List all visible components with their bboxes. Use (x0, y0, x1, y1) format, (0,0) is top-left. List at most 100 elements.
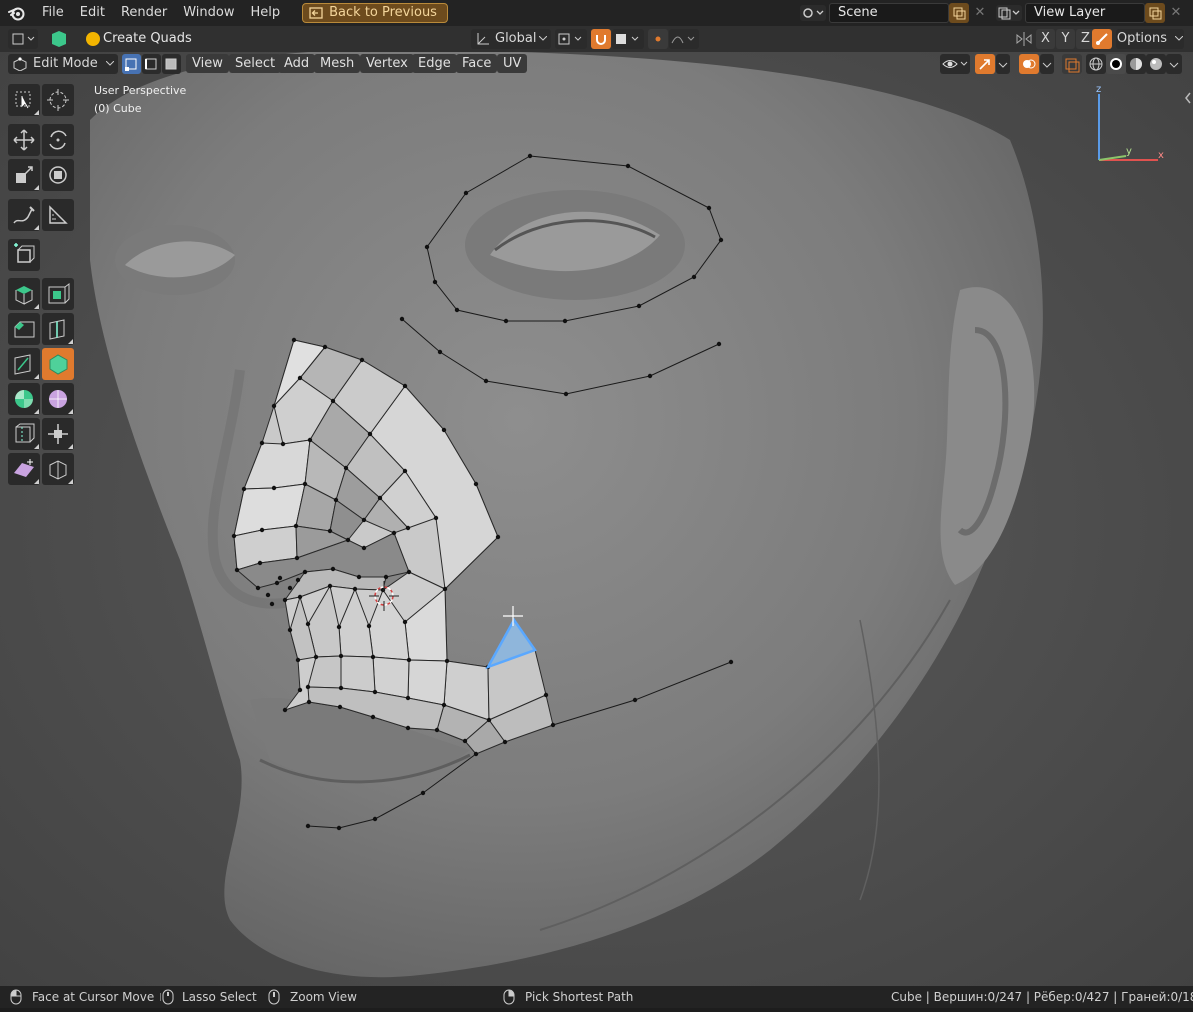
viewport-menu-uv[interactable]: UV (497, 54, 528, 73)
view-layer-field[interactable]: View Layer (1025, 3, 1145, 23)
viewport-menu-mesh[interactable]: Mesh (314, 54, 361, 73)
smooth-tool[interactable] (42, 383, 74, 415)
move-tool[interactable] (8, 124, 40, 156)
shear-tool[interactable] (8, 453, 40, 485)
shading-solid-icon[interactable] (1106, 54, 1126, 74)
shading-dropdown-icon[interactable] (1166, 54, 1182, 74)
scene-browse-icon[interactable] (800, 5, 826, 21)
status-left-action: Face at Cursor Move (32, 990, 155, 1004)
edge-select-mode-icon[interactable] (142, 54, 161, 74)
orientation-axes-icon (477, 33, 489, 45)
mirror-icon[interactable] (1015, 31, 1033, 47)
inset-tool[interactable] (42, 278, 74, 310)
blender-logo-icon[interactable] (0, 0, 34, 26)
poly-build-tool[interactable] (42, 348, 74, 380)
transform-icon (49, 166, 67, 184)
mirror-y-button[interactable]: Y (1056, 29, 1075, 49)
scene-close-icon[interactable]: ✕ (971, 3, 989, 23)
bevel-icon (14, 321, 35, 338)
rotate-tool[interactable] (42, 124, 74, 156)
loop-cut-tool[interactable] (42, 313, 74, 345)
select-box-tool[interactable] (8, 84, 40, 116)
back-button-label: Back to Previous (329, 5, 437, 20)
rip-tool[interactable] (42, 453, 74, 485)
spin-tool[interactable] (8, 383, 40, 415)
proportional-edit-icon[interactable] (648, 29, 668, 49)
transform-orientation-label: Global (495, 31, 537, 46)
cursor-icon (47, 89, 69, 111)
poly-build-icon (49, 354, 68, 375)
viewport-menu-face[interactable]: Face (456, 54, 498, 73)
tool-status-dot-icon (86, 32, 100, 46)
shading-rendered-icon[interactable] (1146, 54, 1166, 74)
pivot-point-icon[interactable] (555, 29, 587, 49)
back-to-previous-button[interactable]: Back to Previous (302, 3, 448, 23)
options-label: Options (1116, 31, 1168, 46)
shrink-fatten-tool[interactable] (42, 418, 74, 450)
transform-orientation-dropdown[interactable]: Global (471, 29, 551, 49)
scene-copy-icon[interactable] (949, 3, 969, 23)
transform-tool[interactable] (42, 159, 74, 191)
vertex-select-mode-icon[interactable] (122, 54, 141, 74)
object-name-label: (0) Cube (94, 102, 142, 115)
viewport-menu-select[interactable]: Select (229, 54, 282, 73)
scale-tool[interactable] (8, 159, 40, 191)
menu-edit[interactable]: Edit (72, 0, 113, 26)
gizmo-dropdown-icon[interactable] (996, 54, 1010, 74)
sidebar-toggle-icon[interactable] (1183, 90, 1193, 106)
auto-merge-icon[interactable] (1092, 29, 1112, 49)
overlays-toggle-icon[interactable] (1019, 54, 1039, 74)
add-cube-tool[interactable] (8, 239, 40, 271)
snap-target-icon[interactable] (612, 29, 644, 49)
gizmo-x-label: x (1158, 150, 1164, 161)
edit-mode-icon (13, 57, 27, 71)
status-middle-action: Lasso Select (182, 990, 257, 1004)
falloff-icon[interactable] (669, 29, 699, 49)
editor-type-icon[interactable] (8, 29, 38, 49)
middle-mouse-icon (159, 986, 176, 1008)
overlays-dropdown-icon[interactable] (1040, 54, 1054, 74)
xray-toggle-icon[interactable] (1062, 54, 1082, 74)
shading-material-icon[interactable] (1126, 54, 1146, 74)
extrude-tool[interactable] (8, 278, 40, 310)
menu-render[interactable]: Render (113, 0, 175, 26)
right-mouse-icon (268, 986, 280, 1008)
rotate-icon (49, 130, 67, 150)
options-dropdown[interactable]: Options (1116, 29, 1184, 49)
measure-tool[interactable] (42, 199, 74, 231)
navigation-gizmo[interactable]: z y x (1090, 84, 1170, 166)
menu-file[interactable]: File (34, 0, 72, 26)
menu-help[interactable]: Help (243, 0, 289, 26)
view-layer-browse-icon[interactable] (996, 5, 1022, 21)
back-icon (309, 7, 323, 19)
move-icon (13, 129, 35, 151)
view-layer-close-icon[interactable]: ✕ (1167, 3, 1185, 23)
face-select-mode-icon[interactable] (162, 54, 181, 74)
view-name-label: User Perspective (94, 84, 187, 97)
mode-dropdown[interactable]: Edit Mode (8, 54, 118, 74)
gizmo-toggle-icon[interactable] (975, 54, 995, 74)
knife-tool[interactable] (8, 348, 40, 380)
visibility-dropdown-icon[interactable] (940, 54, 970, 74)
mirror-x-button[interactable]: X (1036, 29, 1055, 49)
shading-wireframe-icon[interactable] (1086, 54, 1106, 74)
scene-name-field[interactable]: Scene (829, 3, 949, 23)
toolbar (6, 82, 80, 486)
gizmo-y-label: y (1126, 146, 1132, 157)
edge-slide-tool[interactable] (8, 418, 40, 450)
cursor-tool[interactable] (42, 84, 74, 116)
viewport-scene[interactable] (0, 52, 1193, 986)
viewport-menu-edge[interactable]: Edge (412, 54, 457, 73)
add-cube-icon (14, 243, 35, 263)
viewport-menu-vertex[interactable]: Vertex (360, 54, 414, 73)
annotate-tool[interactable] (8, 199, 40, 231)
active-tool-icon (49, 29, 69, 49)
view-layer-copy-icon[interactable] (1145, 3, 1165, 23)
viewport-menu-add[interactable]: Add (278, 54, 316, 73)
3d-viewport[interactable]: User Perspective (0) Cube z y x (0, 52, 1193, 986)
snap-toggle-icon[interactable] (591, 29, 611, 49)
viewport-menu-view[interactable]: View (186, 54, 229, 73)
bevel-tool[interactable] (8, 313, 40, 345)
menu-window[interactable]: Window (175, 0, 242, 26)
scene-statistics: Cube | Вершин:0/247 | Рёбер:0/427 | Гран… (891, 990, 1193, 1004)
